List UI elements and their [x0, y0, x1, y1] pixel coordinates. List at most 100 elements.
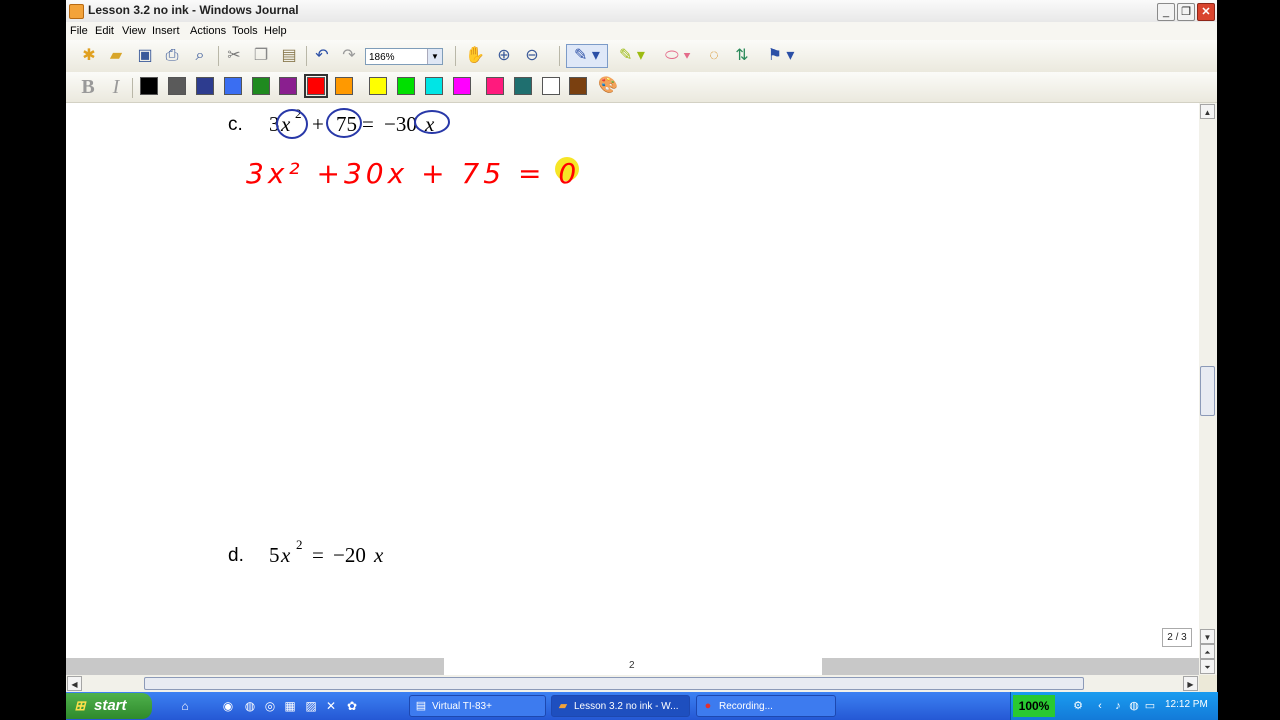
show-desktop-icon[interactable]: ⌂ [177, 698, 193, 714]
next-page-icon[interactable]: ⏷ [1200, 659, 1215, 674]
zoom-value: 186% [369, 52, 395, 63]
open-icon[interactable]: ▰ [105, 45, 127, 67]
copy-icon[interactable]: ❐ [250, 45, 272, 67]
network-icon[interactable]: ⚙ [1071, 699, 1085, 713]
bold-button[interactable]: B [77, 76, 99, 98]
color-swatch-ff00ff[interactable] [453, 77, 471, 95]
circle-30x-ink [414, 110, 450, 134]
task-virtual-ti83[interactable]: ▤ Virtual TI-83+ [409, 695, 546, 717]
media-icon[interactable]: ▦ [282, 698, 298, 714]
menu-help[interactable]: Help [264, 25, 287, 37]
vertical-scroll-thumb[interactable] [1200, 366, 1215, 416]
start-label: start [94, 697, 127, 714]
chrome-icon[interactable]: ◉ [220, 698, 236, 714]
vertical-scrollbar[interactable]: ▲ ▼ ⏶ ⏷ [1199, 103, 1217, 675]
color-swatch-ff1a7d[interactable] [486, 77, 504, 95]
ink-rewrite-line: 3x² +30x + 75 = 0 [246, 157, 581, 190]
menu-insert[interactable]: Insert [152, 25, 180, 37]
circle-3x2-ink [276, 109, 308, 139]
toolbar-separator [306, 46, 307, 66]
color-swatch-2d3c8f[interactable] [196, 77, 214, 95]
menu-edit[interactable]: Edit [95, 25, 114, 37]
task-recording[interactable]: ● Recording... [696, 695, 836, 717]
system-tray: 100% ⚙ ‹ ♪ ◍ ▭ 12:12 PM [1010, 692, 1218, 720]
chevron-down-icon[interactable]: ▼ [427, 49, 442, 64]
eraser-icon[interactable]: ⬭ ▾ [660, 45, 696, 67]
circle-75-ink [326, 108, 362, 138]
windows-logo-icon: ⊞ [74, 698, 86, 713]
task-windows-journal[interactable]: ▰ Lesson 3.2 no ink - W... [551, 695, 690, 717]
problem-d-rhs-var: x [374, 543, 384, 567]
battery-percent[interactable]: 100% [1013, 695, 1055, 717]
minimize-button[interactable]: _ [1157, 3, 1175, 21]
clock: 12:12 PM [1165, 699, 1208, 710]
zoom-in-icon[interactable]: ⊕ [493, 45, 515, 67]
connection-icon[interactable]: ◍ [1127, 699, 1141, 713]
color-swatch-7a4010[interactable] [569, 77, 587, 95]
hand-pan-icon[interactable]: ✋ [464, 45, 486, 67]
problem-d-coef: 5 [269, 543, 280, 567]
browser-icon[interactable]: ◍ [242, 698, 258, 714]
menu-bar: File Edit View Insert Actions Tools Help [66, 22, 1217, 40]
color-swatch-1f8a1f[interactable] [252, 77, 270, 95]
color-swatch-000000[interactable] [140, 77, 158, 95]
color-swatch-ff0000[interactable] [304, 74, 328, 98]
title-bar: Lesson 3.2 no ink - Windows Journal _ ❐ … [66, 0, 1217, 23]
save-icon[interactable]: ▣ [134, 45, 156, 67]
color-swatch-ff9900[interactable] [335, 77, 353, 95]
expand-tray-icon[interactable]: ‹ [1093, 699, 1107, 713]
menu-file[interactable]: File [70, 25, 88, 37]
pen-icon[interactable]: ✎ ▾ [566, 44, 608, 68]
scroll-down-icon[interactable]: ▼ [1200, 629, 1215, 644]
previous-page-icon[interactable]: ⏶ [1200, 644, 1215, 659]
color-swatch-ffff00[interactable] [369, 77, 387, 95]
horizontal-scroll-thumb[interactable] [144, 677, 1084, 690]
cut-icon[interactable]: ✂ [223, 45, 245, 67]
pdf-icon[interactable]: ▨ [303, 698, 319, 714]
color-swatch-5a5a5a[interactable] [168, 77, 186, 95]
journal-page[interactable]: c. 3 x 2 + 75 = −30 x 3x² +30x + 75 = 0 … [66, 103, 1199, 656]
monitor-icon[interactable]: ▭ [1143, 699, 1157, 713]
page-strip-left[interactable] [66, 658, 444, 675]
close-button[interactable]: ✕ [1197, 3, 1215, 21]
color-swatch-3a6ef2[interactable] [224, 77, 242, 95]
zoom-out-icon[interactable]: ⊖ [521, 45, 543, 67]
paste-icon[interactable]: ▤ [278, 45, 300, 67]
settings-icon[interactable]: ✿ [344, 698, 360, 714]
excel-icon[interactable]: ✕ [323, 698, 339, 714]
menu-view[interactable]: View [122, 25, 146, 37]
color-swatch-8a1f8f[interactable] [279, 77, 297, 95]
undo-icon[interactable]: ↶ [311, 45, 333, 67]
menu-tools[interactable]: Tools [232, 25, 258, 37]
menu-actions[interactable]: Actions [190, 25, 226, 37]
insert-space-icon[interactable]: ⇅ [731, 45, 753, 67]
highlighter-icon[interactable]: ✎ ▾ [614, 45, 650, 67]
page-strip-right[interactable] [822, 658, 1199, 675]
zoom-select[interactable]: 186% ▼ [365, 48, 443, 65]
color-swatch-00e000[interactable] [397, 77, 415, 95]
horizontal-scrollbar[interactable]: ◀ ▶ [66, 675, 1199, 692]
scroll-left-icon[interactable]: ◀ [67, 676, 82, 691]
palette-icon[interactable]: 🎨 [597, 75, 619, 97]
new-note-icon[interactable]: ✱ [78, 45, 100, 67]
page-indicator: 2 / 3 [1162, 628, 1192, 647]
scroll-up-icon[interactable]: ▲ [1200, 104, 1215, 119]
scroll-right-icon[interactable]: ▶ [1183, 676, 1198, 691]
print-icon[interactable]: ⎙ [161, 45, 183, 67]
italic-button[interactable]: I [105, 76, 127, 98]
find-icon[interactable]: ⌕ [189, 45, 211, 67]
restore-button[interactable]: ❐ [1177, 3, 1195, 21]
color-swatch-00e5e5[interactable] [425, 77, 443, 95]
task-label: Lesson 3.2 no ink - W... [574, 701, 679, 712]
toolbar-separator [455, 46, 456, 66]
journal-window: Lesson 3.2 no ink - Windows Journal _ ❐ … [66, 0, 1217, 720]
format-toolbar: B I 🎨 [66, 72, 1217, 103]
start-button[interactable]: ⊞ start [66, 693, 152, 719]
lasso-select-icon[interactable]: ◌ [703, 45, 725, 67]
firefox-icon[interactable]: ◎ [262, 698, 278, 714]
color-swatch-ffffff[interactable] [542, 77, 560, 95]
color-swatch-1f6f6f[interactable] [514, 77, 532, 95]
redo-icon[interactable]: ↷ [338, 45, 360, 67]
volume-icon[interactable]: ♪ [1111, 699, 1125, 713]
flag-icon[interactable]: ⚑ ▾ [763, 45, 799, 67]
